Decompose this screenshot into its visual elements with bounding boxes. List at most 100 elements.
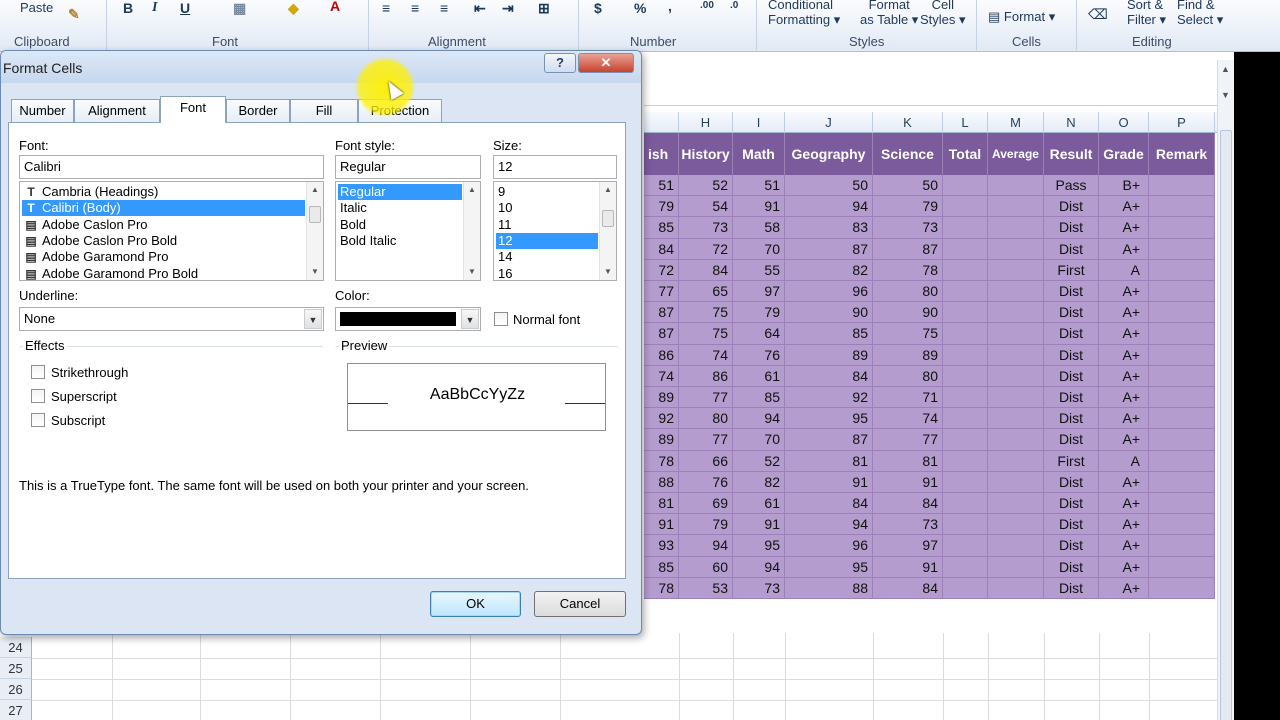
subscript-checkbox[interactable] xyxy=(31,413,45,427)
table-cell[interactable] xyxy=(1149,535,1215,557)
table-cell[interactable] xyxy=(943,577,988,599)
table-cell[interactable] xyxy=(988,429,1044,451)
table-cell[interactable] xyxy=(1149,238,1215,260)
table-row[interactable]: 85 73 58 83 73 Dist A+ xyxy=(644,217,1215,239)
table-cell[interactable]: 92 xyxy=(644,408,679,430)
table-cell[interactable]: A+ xyxy=(1099,344,1149,366)
tab-fill[interactable]: Fill xyxy=(290,99,358,122)
table-cell[interactable]: 77 xyxy=(679,429,733,451)
table-cell[interactable]: Dist xyxy=(1044,556,1099,578)
table-row[interactable]: 77 65 97 96 80 Dist A+ xyxy=(644,281,1215,303)
table-cell[interactable] xyxy=(1149,344,1215,366)
table-cell[interactable] xyxy=(1149,429,1215,451)
table-cell[interactable] xyxy=(1149,493,1215,514)
table-cell[interactable]: 78 xyxy=(644,450,679,472)
increase-decimal-icon[interactable]: .00 xyxy=(700,0,714,11)
table-cell[interactable]: 75 xyxy=(679,323,733,345)
table-cell[interactable] xyxy=(988,556,1044,578)
table-cell[interactable]: 77 xyxy=(644,281,679,302)
increase-indent-icon[interactable]: ⇥ xyxy=(502,0,514,17)
table-cell[interactable]: First xyxy=(1044,450,1099,472)
table-cell[interactable]: A+ xyxy=(1099,238,1149,260)
list-scrollbar[interactable]: ▲ ▼ xyxy=(306,182,323,280)
table-cell[interactable] xyxy=(1149,556,1215,578)
list-scrollbar[interactable]: ▲ ▼ xyxy=(463,182,480,280)
table-cell[interactable]: 52 xyxy=(733,450,785,472)
table-cell[interactable]: 61 xyxy=(733,365,785,387)
list-item[interactable]: ▤ Adobe Caslon Pro xyxy=(22,217,305,233)
table-cell[interactable]: Dist xyxy=(1044,408,1099,430)
table-row[interactable]: 92 80 94 95 74 Dist A+ xyxy=(644,408,1215,430)
table-cell[interactable] xyxy=(988,344,1044,366)
table-cell[interactable]: 78 xyxy=(873,259,943,281)
table-cell[interactable]: 96 xyxy=(785,281,873,302)
table-cell[interactable]: Dist xyxy=(1044,323,1099,345)
table-cell[interactable]: 91 xyxy=(873,556,943,578)
table-cell[interactable] xyxy=(988,196,1044,218)
table-cell[interactable] xyxy=(1149,387,1215,408)
table-cell[interactable]: A+ xyxy=(1099,577,1149,599)
scroll-thumb[interactable] xyxy=(602,210,614,227)
tab-alignment[interactable]: Alignment xyxy=(74,99,160,122)
align-center-icon[interactable]: ≡ xyxy=(411,0,419,16)
table-row[interactable]: 89 77 70 87 77 Dist A+ xyxy=(644,429,1215,451)
table-row[interactable]: 84 72 70 87 87 Dist A+ xyxy=(644,238,1215,260)
table-cell[interactable]: 58 xyxy=(733,217,785,239)
table-cell[interactable]: B+ xyxy=(1099,175,1149,196)
table-cell[interactable] xyxy=(1149,259,1215,281)
paste-button[interactable]: Paste xyxy=(20,0,53,15)
list-item[interactable]: T Cambria (Headings) xyxy=(22,184,305,200)
table-cell[interactable]: 94 xyxy=(785,196,873,218)
close-button[interactable]: ✕ xyxy=(578,53,634,73)
list-item[interactable]: Italic xyxy=(338,200,462,216)
table-cell[interactable] xyxy=(943,217,988,239)
table-cell[interactable] xyxy=(1149,577,1215,599)
table-row[interactable]: 78 66 52 81 81 First A xyxy=(644,450,1215,472)
table-cell[interactable]: 73 xyxy=(733,577,785,599)
format-as-table-button[interactable]: Format as Table ▾ xyxy=(860,0,918,27)
table-cell[interactable]: 76 xyxy=(679,471,733,493)
table-cell[interactable]: Dist xyxy=(1044,302,1099,324)
scroll-down-icon[interactable]: ▼ xyxy=(1221,90,1230,100)
table-cell[interactable]: 87 xyxy=(644,323,679,345)
table-cell[interactable]: A+ xyxy=(1099,535,1149,557)
table-cell[interactable] xyxy=(943,344,988,366)
column-header-k[interactable]: K xyxy=(873,112,943,133)
table-cell[interactable]: 74 xyxy=(679,344,733,366)
table-cell[interactable] xyxy=(988,471,1044,493)
table-cell[interactable]: 86 xyxy=(679,365,733,387)
column-header-o[interactable]: O xyxy=(1099,112,1149,133)
table-cell[interactable] xyxy=(1149,217,1215,239)
table-cell[interactable] xyxy=(1149,471,1215,493)
scroll-thumb[interactable] xyxy=(309,206,321,223)
color-select[interactable]: ▼ xyxy=(335,307,481,331)
table-header-cell[interactable]: Grade xyxy=(1099,133,1149,175)
table-cell[interactable]: 73 xyxy=(873,217,943,239)
scroll-down-icon[interactable]: ▼ xyxy=(307,264,323,280)
table-cell[interactable] xyxy=(1149,323,1215,345)
table-cell[interactable]: 91 xyxy=(644,514,679,536)
table-cell[interactable]: 85 xyxy=(644,217,679,239)
table-cell[interactable]: 83 xyxy=(785,217,873,239)
table-cell[interactable]: 94 xyxy=(733,408,785,430)
table-cell[interactable] xyxy=(1149,514,1215,536)
table-cell[interactable]: 87 xyxy=(785,238,873,260)
table-cell[interactable] xyxy=(943,365,988,387)
table-cell[interactable]: Dist xyxy=(1044,196,1099,218)
table-cell[interactable] xyxy=(988,175,1044,196)
table-row[interactable]: 91 79 91 94 73 Dist A+ xyxy=(644,514,1215,536)
table-cell[interactable]: A+ xyxy=(1099,408,1149,430)
table-cell[interactable] xyxy=(943,535,988,557)
table-cell[interactable]: 87 xyxy=(785,429,873,451)
table-header-cell[interactable]: Remark xyxy=(1149,133,1215,175)
table-cell[interactable]: A+ xyxy=(1099,281,1149,302)
table-cell[interactable]: 53 xyxy=(679,577,733,599)
column-header-j[interactable]: J xyxy=(785,112,873,133)
table-header-cell[interactable]: Average xyxy=(988,133,1044,175)
table-cell[interactable]: 51 xyxy=(733,175,785,196)
table-cell[interactable]: 84 xyxy=(785,365,873,387)
table-cell[interactable]: 85 xyxy=(733,387,785,408)
table-cell[interactable] xyxy=(1149,302,1215,324)
table-cell[interactable] xyxy=(943,408,988,430)
table-cell[interactable]: 52 xyxy=(679,175,733,196)
